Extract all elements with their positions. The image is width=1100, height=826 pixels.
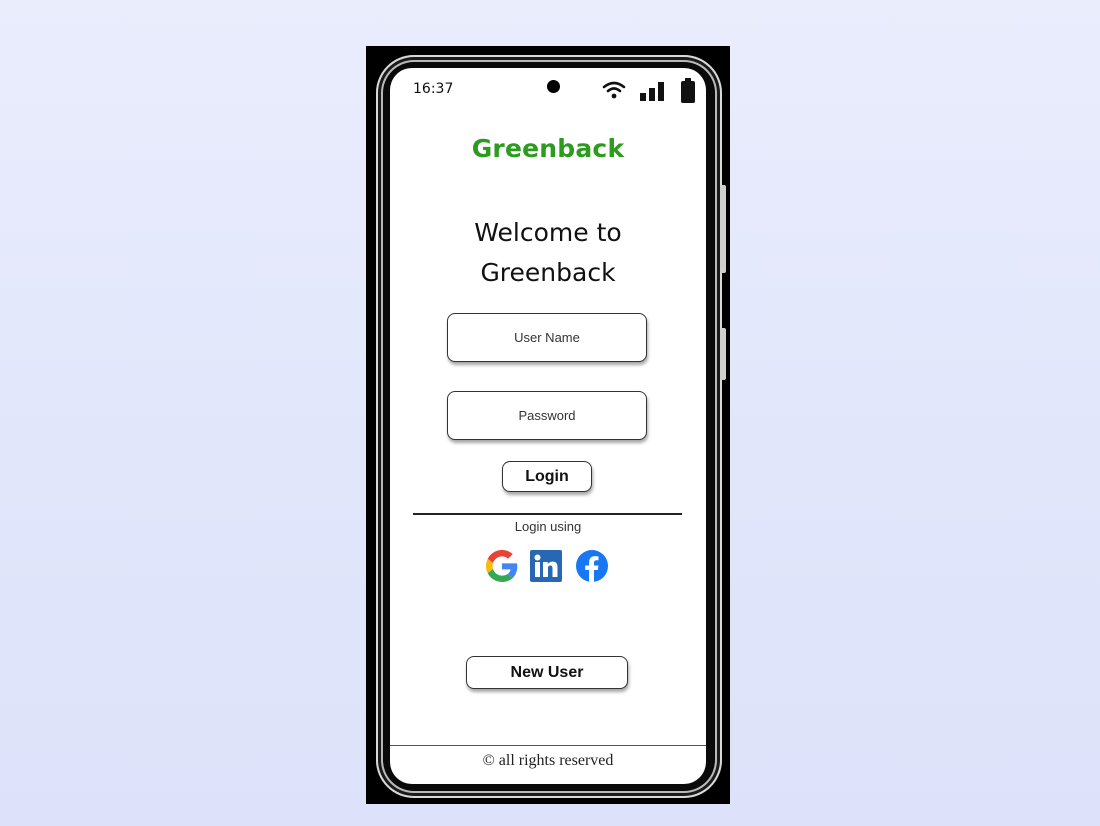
welcome-heading: Welcome to Greenback [390, 213, 706, 293]
linkedin-icon[interactable] [530, 550, 562, 582]
welcome-line-1: Welcome to [474, 218, 622, 247]
front-camera [547, 80, 560, 93]
login-using-label: Login using [514, 519, 582, 534]
phone-volume-button [720, 185, 726, 273]
phone-power-button [720, 328, 726, 380]
phone-screen: 16:37 Greenback Welcome to Greenback Log… [390, 68, 706, 784]
battery-icon [681, 78, 695, 103]
app-title: Greenback [471, 134, 625, 163]
divider [413, 513, 682, 515]
footer-divider [390, 745, 706, 746]
status-icons [602, 78, 702, 104]
footer-copyright: © all rights reserved [482, 752, 614, 769]
login-button[interactable]: Login [502, 461, 592, 492]
status-time: 16:37 [413, 81, 454, 97]
google-icon[interactable] [486, 550, 518, 582]
username-input[interactable] [447, 313, 647, 362]
new-user-button[interactable]: New User [466, 656, 628, 689]
facebook-icon[interactable] [576, 550, 608, 582]
wifi-icon [602, 81, 626, 99]
signal-icon [640, 82, 664, 101]
password-input[interactable] [447, 391, 647, 440]
welcome-line-2: Greenback [480, 258, 616, 287]
